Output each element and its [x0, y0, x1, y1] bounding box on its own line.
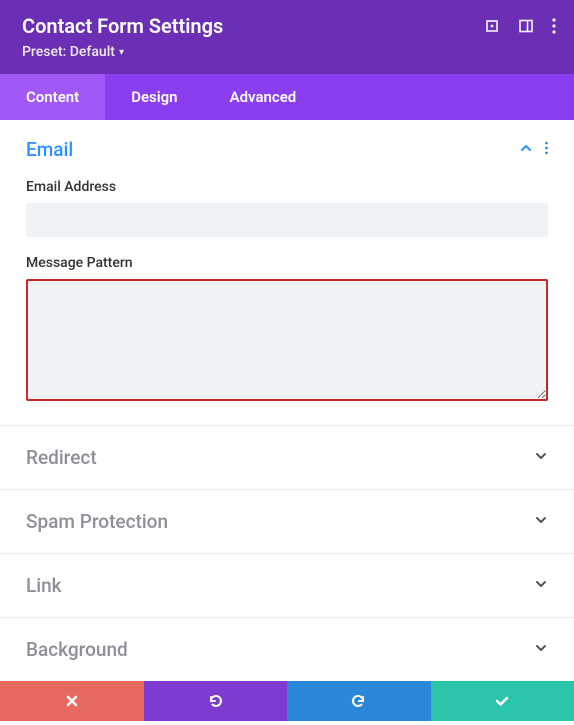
section-spam-title: Spam Protection: [26, 510, 168, 533]
undo-button[interactable]: [144, 681, 288, 721]
redo-button[interactable]: [287, 681, 431, 721]
discard-button[interactable]: [0, 681, 144, 721]
chevron-down-icon: [534, 576, 548, 595]
section-email-header[interactable]: Email: [26, 138, 548, 161]
message-pattern-label: Message Pattern: [26, 255, 548, 271]
section-link: Link: [0, 554, 574, 618]
section-email: Email Email Address Message Pattern: [0, 120, 574, 426]
section-redirect-title: Redirect: [26, 446, 97, 469]
chevron-down-icon: [534, 640, 548, 659]
tab-design[interactable]: Design: [105, 74, 203, 120]
chevron-down-icon: [534, 512, 548, 531]
settings-header: Contact Form Settings Preset: Default: [0, 0, 574, 74]
chevron-down-icon: [534, 448, 548, 467]
settings-title: Contact Form Settings: [22, 14, 223, 38]
settings-body: Email Email Address Message Pattern: [0, 120, 574, 681]
section-spam-header[interactable]: Spam Protection: [26, 510, 548, 533]
section-background-title: Background: [26, 638, 128, 661]
email-address-input[interactable]: [26, 203, 548, 237]
footer-actions: [0, 681, 574, 721]
tab-advanced[interactable]: Advanced: [204, 74, 323, 120]
section-link-title: Link: [26, 574, 62, 597]
message-pattern-input[interactable]: [26, 279, 548, 401]
tab-content[interactable]: Content: [0, 74, 105, 120]
field-message-pattern: Message Pattern: [26, 255, 548, 405]
email-address-label: Email Address: [26, 179, 548, 195]
section-email-title: Email: [26, 138, 73, 161]
section-redirect: Redirect: [0, 426, 574, 490]
expand-icon[interactable]: [484, 18, 500, 34]
section-spam-protection: Spam Protection: [0, 490, 574, 554]
section-link-header[interactable]: Link: [26, 574, 548, 597]
section-background-header[interactable]: Background: [26, 638, 548, 661]
section-background: Background: [0, 618, 574, 681]
field-email-address: Email Address: [26, 179, 548, 237]
save-button[interactable]: [431, 681, 574, 721]
kebab-menu-icon[interactable]: [552, 18, 556, 34]
panel-icon[interactable]: [518, 18, 534, 34]
collapse-icon[interactable]: [519, 140, 533, 159]
header-icons: [484, 18, 556, 34]
preset-selector[interactable]: Preset: Default: [22, 44, 556, 60]
section-kebab-icon[interactable]: [545, 140, 548, 159]
section-redirect-header[interactable]: Redirect: [26, 446, 548, 469]
settings-tabs: Content Design Advanced: [0, 74, 574, 120]
